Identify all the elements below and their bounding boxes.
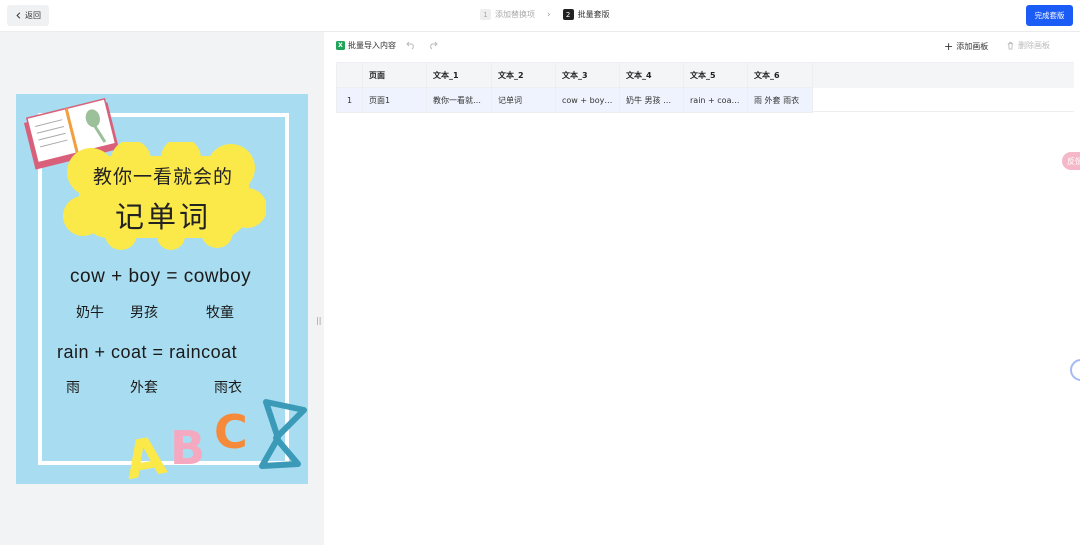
- poster-word: 雨: [66, 379, 80, 395]
- assistant-floating-button[interactable]: [1070, 359, 1080, 381]
- chevron-right-icon: ›: [547, 9, 551, 20]
- undo-icon: [406, 41, 414, 50]
- back-label: 返回: [25, 11, 41, 20]
- preview-panel: 教你一看就会的 记单词 cow + boy = cowboy 奶牛 男孩 牧童 …: [0, 32, 324, 545]
- poster-line-1: cow + boy = cowboy: [70, 266, 252, 287]
- table-cell[interactable]: cow + boy = ...: [555, 87, 620, 113]
- plus-icon: +: [944, 40, 954, 53]
- table-cell[interactable]: 页面1: [362, 87, 427, 113]
- step-1-number: 1: [480, 9, 491, 20]
- table-cell[interactable]: 教你一看就会的: [426, 87, 492, 113]
- import-button[interactable]: X 批量导入内容: [336, 40, 396, 51]
- add-board-label: 添加画板: [956, 42, 989, 51]
- excel-icon: X: [336, 41, 345, 50]
- table-toolbar: X 批量导入内容 + 添加画板 删除画板: [336, 40, 1076, 54]
- redo-button[interactable]: [428, 40, 438, 50]
- table-cell[interactable]: rain + coat = ...: [683, 87, 748, 113]
- column-header: 文本_6: [747, 62, 813, 88]
- import-label: 批量导入内容: [348, 41, 396, 50]
- step-2-number: 2: [562, 9, 574, 20]
- poster-title-1: 教你一看就会的: [92, 166, 233, 188]
- top-bar: 返回 1 添加替换项 › 2 批量套版 完成套版: [0, 0, 1080, 32]
- table-cell[interactable]: 记单词: [491, 87, 556, 113]
- poster-preview[interactable]: 教你一看就会的 记单词 cow + boy = cowboy 奶牛 男孩 牧童 …: [16, 94, 308, 484]
- column-header: 文本_1: [426, 62, 492, 88]
- svg-text:B: B: [170, 421, 205, 475]
- back-button[interactable]: 返回: [7, 5, 49, 26]
- column-header: 文本_2: [491, 62, 556, 88]
- table-header-row: 页面 文本_1 文本_2 文本_3 文本_4 文本_5 文本_6: [336, 62, 813, 88]
- row-index-cell: 1: [336, 87, 363, 113]
- svg-text:A: A: [120, 426, 170, 484]
- poster-line-3: rain + coat = raincoat: [57, 342, 238, 362]
- poster-word: 男孩: [130, 304, 158, 320]
- column-header-index: [336, 62, 363, 88]
- column-header: 文本_5: [683, 62, 748, 88]
- redo-icon: [430, 41, 438, 50]
- step-1-label[interactable]: 添加替换项: [495, 9, 535, 20]
- content-table: 页面 文本_1 文本_2 文本_3 文本_4 文本_5 文本_6 1 页面1 教…: [336, 62, 813, 113]
- column-header: 文本_4: [619, 62, 684, 88]
- svg-text:C: C: [214, 405, 248, 459]
- poster-word: 牧童: [206, 304, 234, 320]
- abc-letters-graphic: A B C: [120, 399, 307, 484]
- panel-resize-handle[interactable]: ||: [316, 316, 321, 325]
- column-header: 页面: [362, 62, 427, 88]
- step-indicator: 1 添加替换项 › 2 批量套版: [480, 9, 610, 20]
- table-cell[interactable]: 奶牛 男孩 牧童: [619, 87, 684, 113]
- table-cell[interactable]: 雨 外套 雨衣: [747, 87, 813, 113]
- undo-button[interactable]: [406, 40, 416, 50]
- poster-title-2: 记单词: [114, 200, 211, 234]
- chevron-left-icon: [16, 12, 21, 19]
- feedback-tab[interactable]: 反馈: [1062, 152, 1080, 170]
- trash-icon: [1007, 41, 1014, 50]
- column-header: 文本_3: [555, 62, 620, 88]
- poster-word: 奶牛: [76, 304, 104, 320]
- table-empty-area: [812, 62, 1074, 112]
- add-board-button[interactable]: + 添加画板: [944, 40, 988, 53]
- delete-board-label: 删除画板: [1018, 41, 1050, 50]
- delete-board-button[interactable]: 删除画板: [1006, 40, 1050, 51]
- finish-button[interactable]: 完成套版: [1026, 5, 1073, 26]
- table-row[interactable]: 1 页面1 教你一看就会的 记单词 cow + boy = ... 奶牛 男孩 …: [336, 87, 813, 113]
- step-2-label[interactable]: 批量套版: [578, 9, 610, 20]
